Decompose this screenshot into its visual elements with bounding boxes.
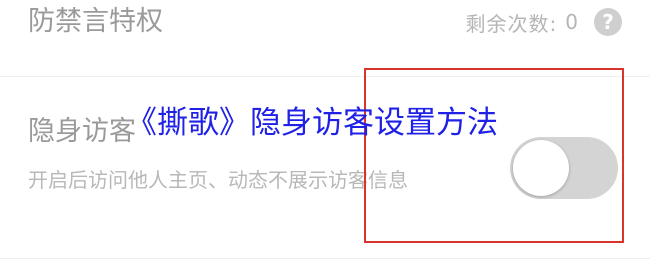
help-icon[interactable]: ? <box>594 8 622 36</box>
remaining-count-value: 0 <box>565 10 578 34</box>
overlay-title: 《撕歌》隐身访客设置方法 <box>126 105 498 141</box>
highlight-box <box>364 68 624 243</box>
remaining-count-label: 剩余次数: <box>465 11 558 36</box>
stealth-visitor-title: 隐身访客 <box>28 116 136 147</box>
remaining-count-group: 剩余次数: 0 ? <box>466 2 622 42</box>
privilege-row: 防禁言特权 剩余次数: 0 ? <box>0 0 650 77</box>
privilege-title: 防禁言特权 <box>28 6 163 37</box>
divider <box>0 258 650 259</box>
